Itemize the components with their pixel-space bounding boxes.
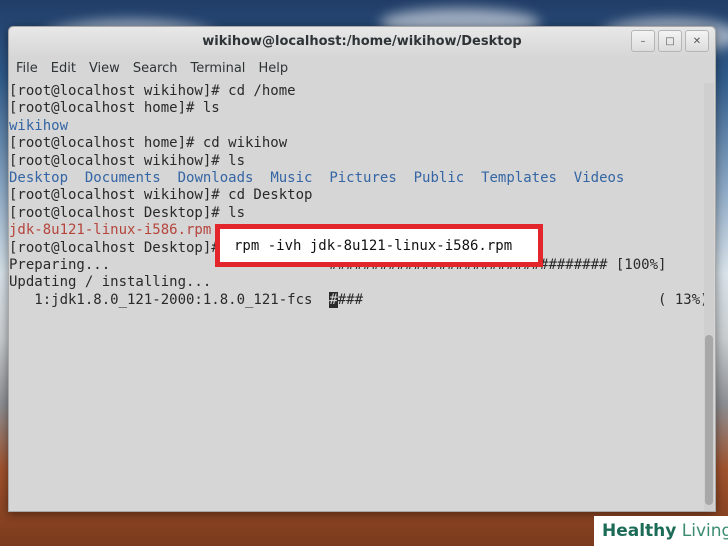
terminal-line: [root@localhost home]# ls bbox=[9, 100, 220, 117]
terminal-line: Updating / installing... bbox=[9, 274, 212, 291]
dir-videos: Videos bbox=[573, 169, 625, 186]
terminal-output[interactable]: [root@localhost wikihow]# cd /home [root… bbox=[9, 83, 715, 511]
directory-listing: Desktop Documents Downloads Music Pictur… bbox=[9, 170, 715, 187]
watermark-text: Healthy Living bbox=[602, 521, 728, 541]
directory-listing: wikihow bbox=[9, 117, 69, 134]
terminal-line: [root@localhost Desktop]# ls bbox=[9, 204, 246, 221]
watermark-sub: Living bbox=[676, 521, 728, 541]
progress-line: 1:jdk1.8.0_121-2000:1.8.0_121-fcs #### (… bbox=[9, 291, 715, 309]
window-controls: – □ ✕ bbox=[631, 30, 709, 52]
menu-terminal[interactable]: Terminal bbox=[183, 57, 251, 81]
menu-file[interactable]: File bbox=[9, 57, 44, 81]
dir-pictures: Pictures bbox=[329, 169, 397, 186]
terminal-window: wikihow@localhost:/home/wikihow/Desktop … bbox=[8, 26, 716, 512]
callout-text: rpm -ivh jdk-8u121-linux-i586.rpm bbox=[234, 237, 513, 254]
menu-edit[interactable]: Edit bbox=[44, 57, 82, 81]
terminal-line: [root@localhost wikihow]# cd /home bbox=[9, 83, 296, 99]
terminal-line: [root@localhost wikihow]# cd Desktop bbox=[9, 187, 313, 204]
menu-bar: File Edit View Search Terminal Help bbox=[9, 57, 715, 81]
title-bar[interactable]: wikihow@localhost:/home/wikihow/Desktop … bbox=[9, 27, 715, 57]
dir-desktop: Desktop bbox=[9, 169, 69, 186]
package-name: 1:jdk1.8.0_121-2000:1.8.0_121-fcs bbox=[9, 291, 330, 308]
dir-downloads: Downloads bbox=[177, 169, 254, 186]
maximize-button[interactable]: □ bbox=[658, 30, 682, 52]
dir-public: Public bbox=[413, 169, 465, 186]
dir-templates: Templates bbox=[481, 169, 557, 186]
scrollbar-thumb[interactable] bbox=[705, 335, 713, 505]
progress-status: ### ( 13%) bbox=[337, 291, 709, 308]
watermark-brand: Healthy bbox=[602, 521, 677, 541]
dir-music: Music bbox=[270, 169, 313, 186]
close-button[interactable]: ✕ bbox=[685, 30, 709, 52]
terminal-line: [root@localhost home]# cd wikihow bbox=[9, 135, 288, 152]
dir-documents: Documents bbox=[84, 169, 161, 186]
menu-view[interactable]: View bbox=[82, 57, 126, 81]
menu-help[interactable]: Help bbox=[251, 57, 294, 81]
terminal-cursor: # bbox=[329, 291, 338, 308]
scrollbar[interactable] bbox=[704, 83, 714, 511]
window-title: wikihow@localhost:/home/wikihow/Desktop bbox=[202, 34, 522, 49]
terminal-line: [root@localhost wikihow]# ls bbox=[9, 152, 246, 169]
watermark: Healthy Living bbox=[594, 516, 728, 546]
minimize-button[interactable]: – bbox=[631, 30, 655, 52]
command-callout: rpm -ivh jdk-8u121-linux-i586.rpm bbox=[215, 224, 543, 267]
menu-search[interactable]: Search bbox=[126, 57, 184, 81]
